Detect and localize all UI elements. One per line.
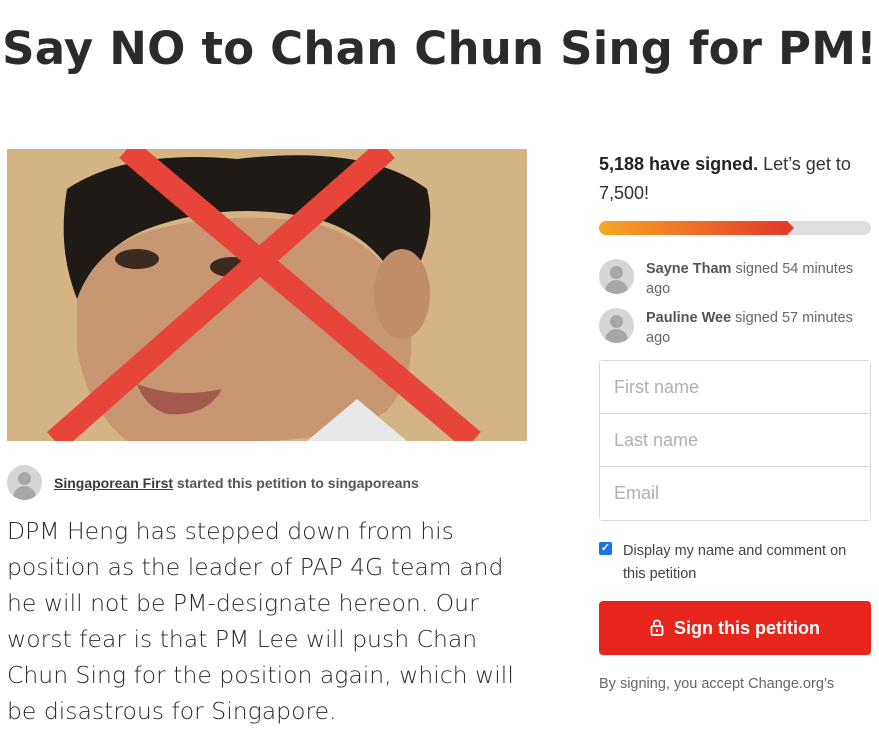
starter-action-text: started this petition to singaporeans — [173, 475, 419, 491]
petition-description: DPM Heng has stepped down from his posit… — [7, 517, 514, 725]
starter-avatar — [7, 465, 42, 500]
petition-starter: Singaporean First started this petition … — [7, 465, 527, 501]
sign-petition-button[interactable]: Sign this petition — [599, 601, 871, 655]
lock-icon — [650, 603, 664, 657]
progress-bar-fill — [599, 221, 787, 235]
display-name-checkbox[interactable]: ✓ — [599, 542, 612, 555]
signer-text: Sayne Tham signed 54 minutes ago — [646, 259, 871, 299]
starter-name-link[interactable]: Singaporean First — [54, 475, 173, 491]
signer-name: Pauline Wee — [646, 310, 732, 326]
last-name-field[interactable] — [600, 414, 870, 467]
signer-name: Sayne Tham — [646, 261, 732, 277]
email-field[interactable] — [600, 467, 870, 520]
recent-signer: Sayne Tham signed 54 minutes ago — [599, 259, 871, 308]
signed-count: 5,188 have signed. — [599, 154, 759, 174]
progress-bar-tip — [787, 221, 794, 235]
signer-avatar — [599, 308, 634, 343]
sidebar: 5,188 have signed. Let’s get to 7,500! S… — [599, 150, 871, 357]
starter-text: Singaporean First started this petition … — [54, 475, 419, 491]
petition-image — [7, 149, 527, 441]
first-name-field[interactable] — [600, 361, 870, 414]
display-name-label: Display my name and comment on this peti… — [623, 543, 847, 582]
recent-signer: Pauline Wee signed 57 minutes ago — [599, 308, 871, 357]
signature-form — [599, 360, 871, 521]
terms-text: By signing, you accept Change.org’s — [599, 676, 835, 692]
signer-text: Pauline Wee signed 57 minutes ago — [646, 308, 871, 348]
signature-progress-text: 5,188 have signed. Let’s get to 7,500! — [599, 150, 871, 208]
page-title: Say NO to Chan Chun Sing for PM! — [2, 22, 877, 75]
signer-avatar — [599, 259, 634, 294]
progress-bar — [599, 221, 871, 235]
sign-button-label: Sign this petition — [674, 618, 820, 638]
